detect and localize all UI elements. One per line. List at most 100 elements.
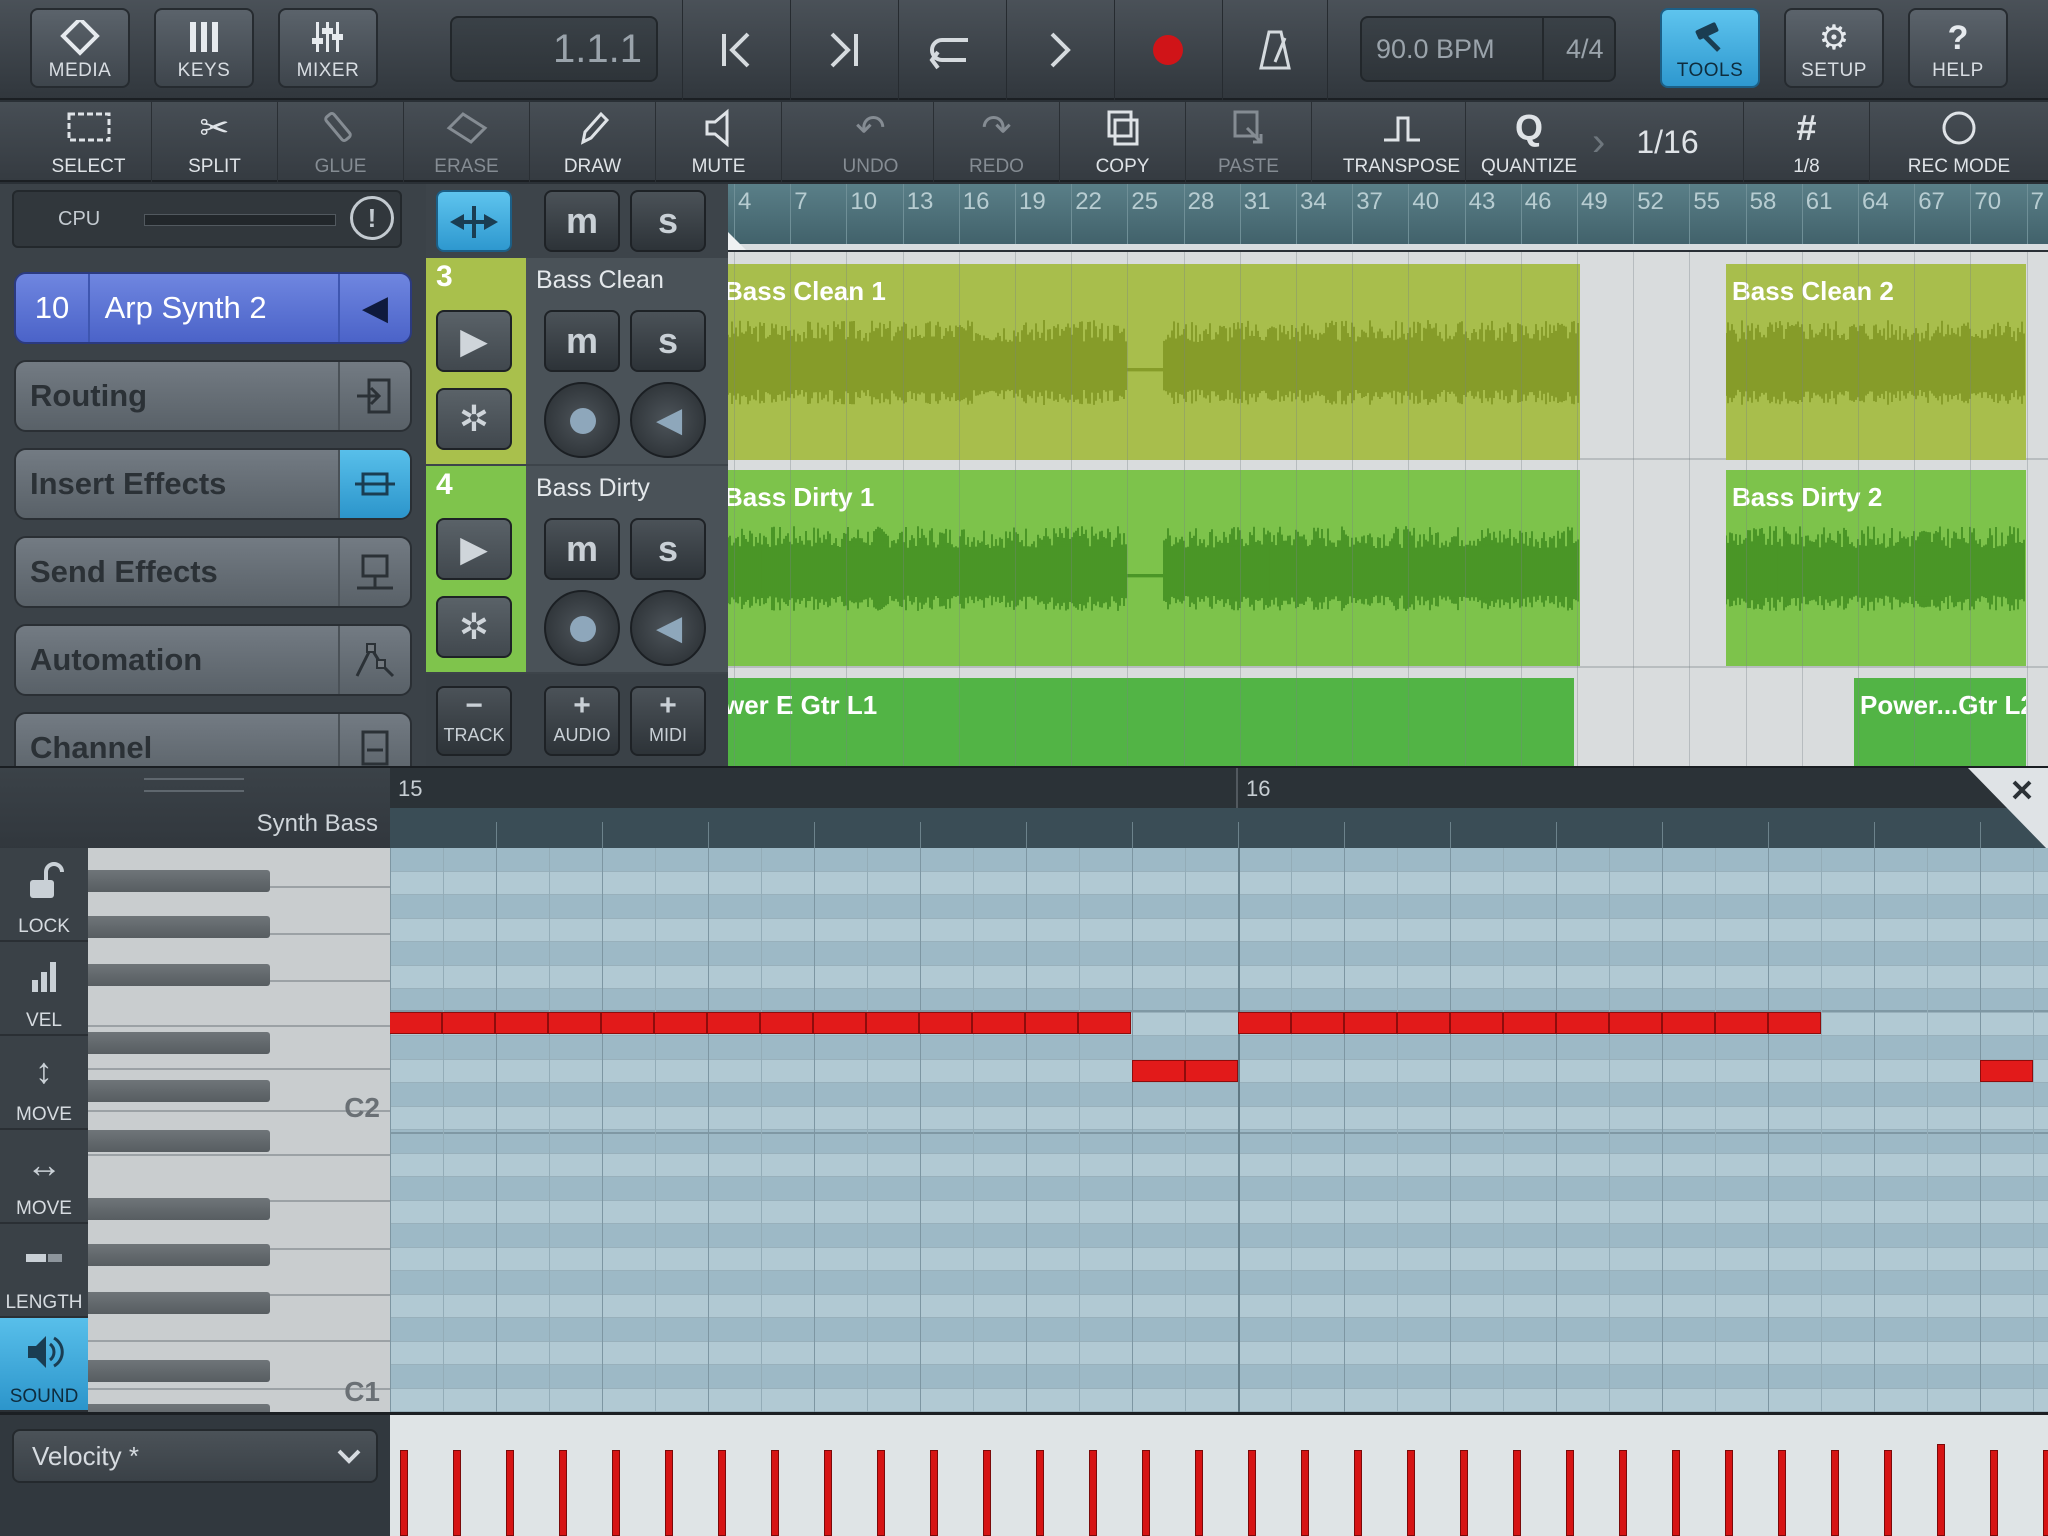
velocity-bar[interactable]	[1937, 1444, 1945, 1536]
automation-button[interactable]: Automation	[14, 624, 412, 696]
midi-note[interactable]	[1132, 1060, 1185, 1082]
quantize-value-button[interactable]: › 1/16	[1592, 102, 1744, 182]
erase-tool[interactable]: ERASE	[404, 102, 530, 182]
velocity-bar[interactable]	[400, 1450, 408, 1536]
arrangement-area[interactable]: Bass Clean 1 Bass Clean 2 Bass Dirty 1 B…	[728, 252, 2048, 766]
velocity-bar[interactable]	[1566, 1450, 1574, 1536]
tempo-display[interactable]: 90.0 BPM 4/4	[1360, 16, 1616, 82]
play-button[interactable]	[1006, 0, 1112, 100]
global-mute-button[interactable]: m	[544, 190, 620, 252]
velocity-lane[interactable]	[390, 1415, 2048, 1536]
undo-button[interactable]: ↶ UNDO	[808, 102, 934, 182]
select-tool[interactable]: SELECT	[26, 102, 152, 182]
add-audio-track-button[interactable]: + AUDIO	[544, 686, 620, 756]
black-key[interactable]	[88, 870, 270, 892]
move-vertical-tool[interactable]: ↕ MOVE	[0, 1036, 88, 1130]
rec-mode-button[interactable]: REC MODE	[1896, 102, 2022, 182]
velocity-bar[interactable]	[559, 1450, 567, 1536]
black-key[interactable]	[88, 1244, 270, 1266]
velocity-bar[interactable]	[1301, 1450, 1309, 1536]
rewind-button[interactable]	[682, 0, 788, 100]
midi-note[interactable]	[654, 1012, 707, 1034]
velocity-bar[interactable]	[1619, 1450, 1627, 1536]
alert-icon[interactable]: !	[350, 196, 394, 240]
media-button[interactable]: MEDIA	[30, 8, 130, 88]
velocity-bar[interactable]	[983, 1450, 991, 1536]
black-key[interactable]	[88, 1032, 270, 1054]
black-key[interactable]	[88, 964, 270, 986]
redo-button[interactable]: ↷ REDO	[934, 102, 1060, 182]
track-monitor-button[interactable]: ◀	[630, 590, 706, 666]
transpose-button[interactable]: TRANSPOSE	[1338, 102, 1466, 182]
selected-track-header[interactable]: 10 Arp Synth 2 ◀	[14, 272, 412, 344]
grid-button[interactable]: # 1/8	[1744, 102, 1870, 182]
paste-button[interactable]: PASTE	[1186, 102, 1312, 182]
mute-tool[interactable]: MUTE	[656, 102, 782, 182]
move-horizontal-tool[interactable]: ↔ MOVE	[0, 1130, 88, 1224]
midi-note[interactable]	[1556, 1012, 1609, 1034]
help-button[interactable]: ? HELP	[1908, 8, 2008, 88]
keys-button[interactable]: KEYS	[154, 8, 254, 88]
velocity-bar[interactable]	[1884, 1450, 1892, 1536]
velocity-bar[interactable]	[1142, 1450, 1150, 1536]
midi-note[interactable]	[1450, 1012, 1503, 1034]
midi-note[interactable]	[1715, 1012, 1768, 1034]
velocity-bar[interactable]	[718, 1450, 726, 1536]
clip-power-e-gtr-l1[interactable]: wer E Gtr L1	[728, 678, 1574, 766]
midi-note[interactable]	[548, 1012, 601, 1034]
velocity-bar[interactable]	[1089, 1450, 1097, 1536]
track-record-arm-button[interactable]	[544, 382, 620, 458]
clip-bass-dirty-1[interactable]: Bass Dirty 1	[728, 470, 1580, 666]
routing-button[interactable]: Routing	[14, 360, 412, 432]
global-solo-button[interactable]: s	[630, 190, 706, 252]
velocity-bar[interactable]	[771, 1450, 779, 1536]
add-midi-track-button[interactable]: + MIDI	[630, 686, 706, 756]
velocity-bar[interactable]	[612, 1450, 620, 1536]
scroll-follow-button[interactable]	[436, 190, 512, 252]
quantize-button[interactable]: Q QUANTIZE	[1466, 102, 1592, 182]
midi-note[interactable]	[1238, 1012, 1291, 1034]
midi-note[interactable]	[707, 1012, 760, 1034]
velocity-bar[interactable]	[824, 1450, 832, 1536]
velocity-bar[interactable]	[1831, 1450, 1839, 1536]
midi-note[interactable]	[813, 1012, 866, 1034]
track-solo-button[interactable]: s	[630, 310, 706, 372]
black-key[interactable]	[88, 1292, 270, 1314]
velocity-bar[interactable]	[665, 1450, 673, 1536]
velocity-bar[interactable]	[1195, 1450, 1203, 1536]
midi-note[interactable]	[1609, 1012, 1662, 1034]
arrangement-ruler[interactable]: 4 7 10 13 16 19 22 25 28 31 34 37 40 43 46 49 52 55 58 61 64…	[728, 184, 2048, 250]
tools-button[interactable]: TOOLS	[1660, 8, 1760, 88]
midi-note[interactable]	[442, 1012, 495, 1034]
midi-note[interactable]	[1344, 1012, 1397, 1034]
split-tool[interactable]: ✂ SPLIT	[152, 102, 278, 182]
midi-note[interactable]	[390, 1012, 442, 1034]
velocity-tool[interactable]: VEL	[0, 942, 88, 1036]
loop-button[interactable]	[898, 0, 1004, 100]
collapse-triangle-icon[interactable]: ◀	[338, 274, 410, 342]
velocity-bar[interactable]	[1460, 1450, 1468, 1536]
clip-bass-clean-1[interactable]: Bass Clean 1	[728, 264, 1580, 460]
setup-button[interactable]: ⚙ SETUP	[1784, 8, 1884, 88]
midi-note[interactable]	[1503, 1012, 1556, 1034]
velocity-bar[interactable]	[1248, 1450, 1256, 1536]
midi-note[interactable]	[495, 1012, 548, 1034]
track-mute-button[interactable]: m	[544, 518, 620, 580]
remove-track-button[interactable]: − TRACK	[436, 686, 512, 756]
black-key[interactable]	[88, 1360, 270, 1382]
midi-note[interactable]	[1185, 1060, 1238, 1082]
velocity-bar[interactable]	[1407, 1450, 1415, 1536]
draw-tool[interactable]: DRAW	[530, 102, 656, 182]
send-effects-button[interactable]: Send Effects	[14, 536, 412, 608]
midi-note[interactable]	[866, 1012, 919, 1034]
velocity-bar[interactable]	[1513, 1450, 1521, 1536]
midi-note[interactable]	[1662, 1012, 1715, 1034]
black-key[interactable]	[88, 1130, 270, 1152]
record-button[interactable]	[1114, 0, 1220, 100]
midi-note[interactable]	[1980, 1060, 2033, 1082]
length-tool[interactable]: LENGTH	[0, 1224, 88, 1318]
track-mute-button[interactable]: m	[544, 310, 620, 372]
velocity-select[interactable]: Velocity *	[12, 1429, 378, 1483]
velocity-bar[interactable]	[1672, 1450, 1680, 1536]
clip-bass-clean-2[interactable]: Bass Clean 2	[1726, 264, 2026, 460]
